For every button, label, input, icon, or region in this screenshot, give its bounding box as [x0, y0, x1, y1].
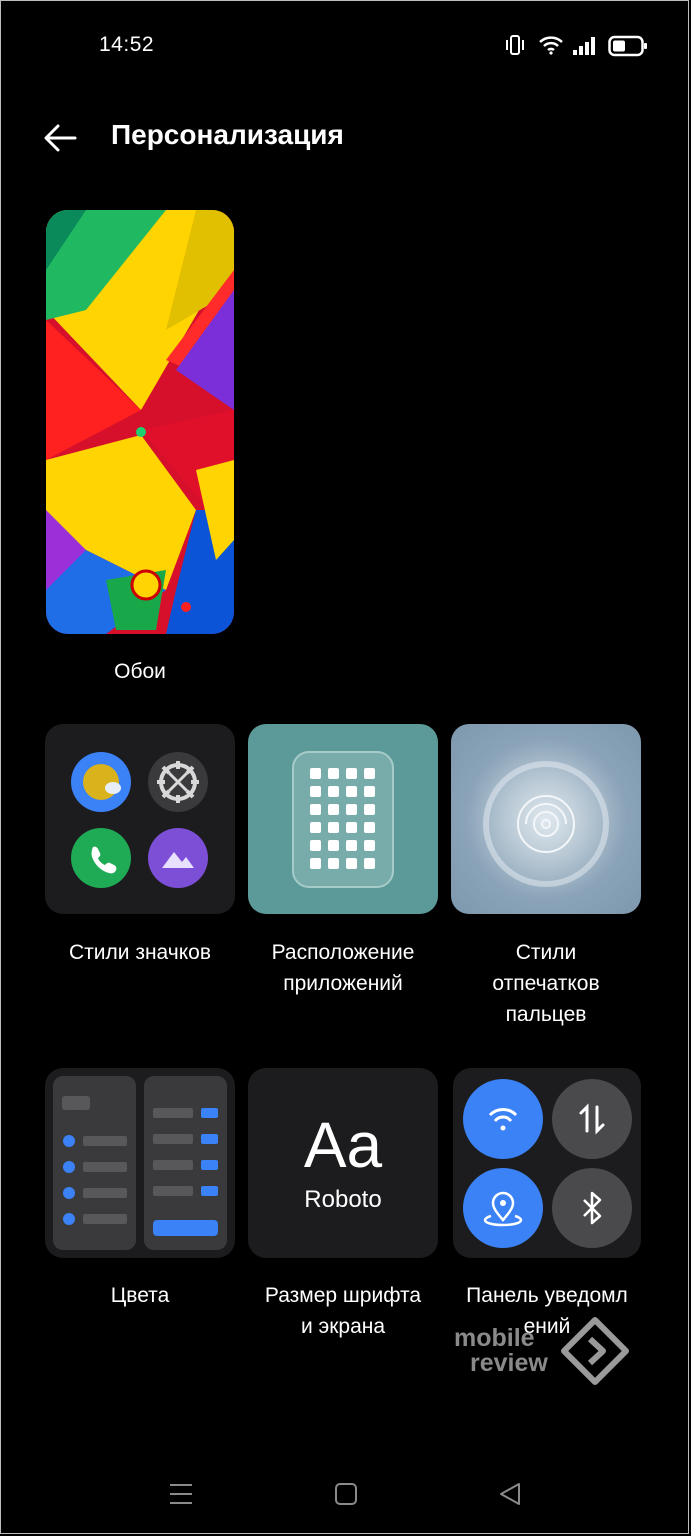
font-size-label-line2: и экрана	[300, 1315, 386, 1338]
wallpaper-label: Обои	[114, 660, 166, 683]
watermark-line1: mobile	[454, 1324, 535, 1352]
fingerprint-label-line1: Стили	[515, 941, 577, 964]
home-square-icon[interactable]	[333, 1481, 359, 1507]
colors-preview-icon	[53, 1076, 227, 1250]
app-layout-label-line1: Расположение	[271, 941, 415, 964]
app-layout-label: Расположение приложений	[243, 937, 443, 999]
fingerprint-styles-tile[interactable]	[451, 724, 641, 914]
font-name: Roboto	[304, 1186, 382, 1213]
page-title: Персонализация	[111, 119, 344, 150]
font-size-tile[interactable]: Aa Roboto	[248, 1068, 438, 1258]
colors-label: Цвета	[110, 1284, 170, 1307]
data-transfer-icon	[552, 1079, 632, 1159]
font-size-label-line1: Размер шрифта	[264, 1284, 422, 1307]
wifi-icon	[539, 36, 563, 55]
wallpaper-preview[interactable]	[46, 210, 234, 634]
grid-icon	[292, 751, 394, 888]
gear-icon	[148, 752, 208, 812]
font-size-label: Размер шрифта и экрана	[238, 1280, 448, 1342]
gallery-icon	[148, 828, 208, 888]
font-preview-text: Aa	[303, 1109, 383, 1181]
icon-styles-label: Стили значков	[69, 941, 211, 964]
watermark-line2: review	[470, 1349, 548, 1377]
colors-tile[interactable]	[45, 1068, 235, 1258]
wifi-toggle-icon	[463, 1079, 543, 1159]
watermark-text: mobile review	[454, 1326, 548, 1376]
app-layout-tile[interactable]	[248, 724, 438, 914]
battery-icon	[608, 35, 647, 57]
weather-icon	[71, 752, 131, 812]
fingerprint-label-line2: отпечатков	[492, 972, 600, 995]
arrow-left-icon[interactable]	[40, 118, 80, 158]
menu-icon[interactable]	[168, 1481, 194, 1507]
status-time: 14:52	[99, 33, 155, 56]
phone-icon	[71, 828, 131, 888]
fingerprint-styles-label: Стили отпечатков пальцев	[446, 937, 646, 1030]
back-triangle-icon[interactable]	[497, 1481, 523, 1507]
fingerprint-label-line3: пальцев	[505, 1003, 587, 1026]
fingerprint-icon	[483, 761, 609, 887]
signal-icon	[573, 37, 595, 55]
app-layout-label-line2: приложений	[283, 972, 403, 995]
notification-label-line1: Панель уведомл	[466, 1284, 628, 1307]
vibrate-icon	[506, 35, 524, 55]
notification-panel-tile[interactable]	[453, 1068, 641, 1258]
watermark-logo-icon	[561, 1317, 629, 1385]
icon-styles-tile[interactable]	[45, 724, 235, 914]
location-icon	[463, 1168, 543, 1248]
bluetooth-icon	[552, 1168, 632, 1248]
